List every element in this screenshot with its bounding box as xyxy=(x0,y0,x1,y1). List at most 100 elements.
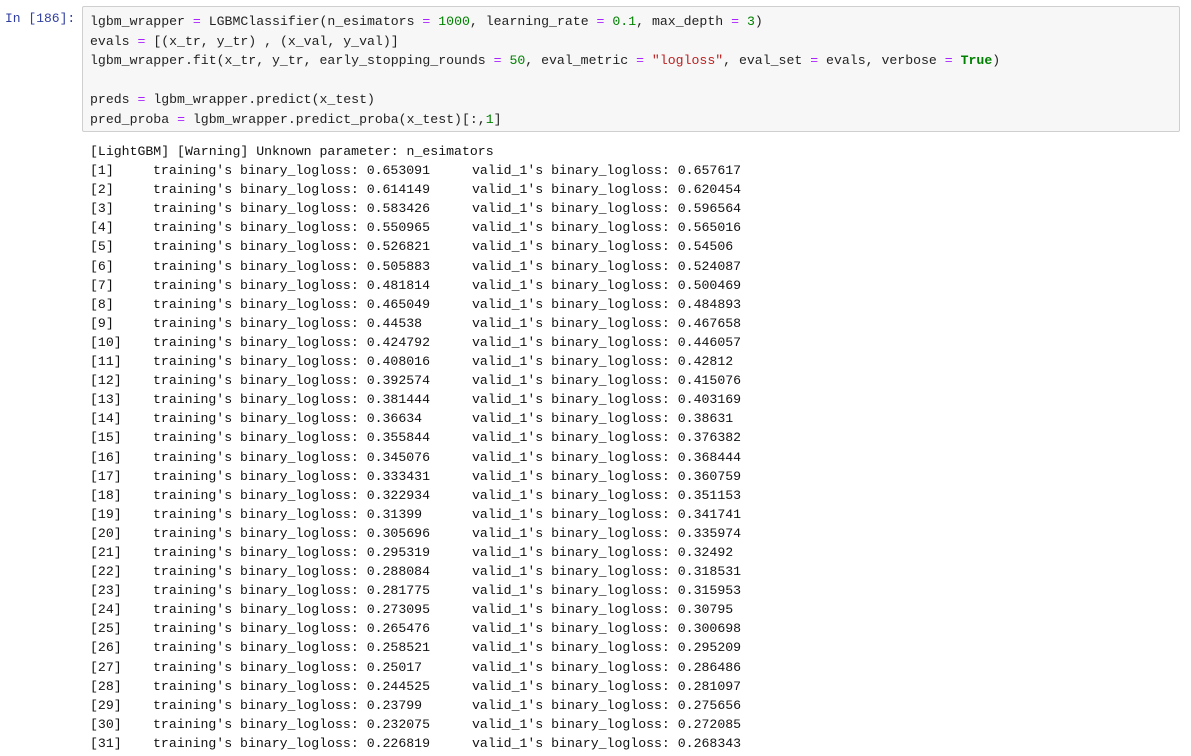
valid-value: 0.315953 xyxy=(677,583,742,599)
training-value: 0.583426 xyxy=(366,201,430,217)
training-loss: training's binary_logloss: 0.614149 xyxy=(153,180,430,199)
training-value: 0.226819 xyxy=(366,735,430,751)
valid-loss: valid_1's binary_logloss: 0.351153 xyxy=(472,486,741,505)
training-value: 0.281775 xyxy=(366,583,430,599)
iteration-label: [8] xyxy=(90,296,114,312)
code-token: = xyxy=(493,53,502,68)
valid-label: valid_1's binary_logloss: xyxy=(472,678,678,694)
valid-label: valid_1's binary_logloss: xyxy=(472,525,678,541)
training-value: 0.23799 xyxy=(366,697,423,713)
valid-label: valid_1's binary_logloss: xyxy=(472,163,678,179)
training-value: 0.31399 xyxy=(366,506,423,522)
training-label: training's binary_logloss: xyxy=(153,621,367,637)
code-token: , max_depth xyxy=(636,14,732,29)
valid-value: 0.415076 xyxy=(677,373,742,389)
valid-value: 0.318531 xyxy=(677,564,742,580)
iteration-label: [25] xyxy=(90,621,122,637)
valid-value: 0.446057 xyxy=(677,334,742,350)
code-token: lgbm_wrapper xyxy=(90,14,193,29)
valid-loss: valid_1's binary_logloss: 0.467658 xyxy=(472,314,741,333)
code-token: 3 xyxy=(746,14,755,29)
training-loss: training's binary_logloss: 0.392574 xyxy=(153,371,430,390)
valid-value: 0.268343 xyxy=(677,735,742,751)
log-row: [29] training's binary_logloss: 0.23799 va… xyxy=(90,696,741,715)
log-row: [9] training's binary_logloss: 0.44538 val… xyxy=(90,314,741,333)
code-line: preds = lgbm_wrapper.predict(x_test) xyxy=(90,90,1179,110)
code-cell-editor[interactable]: lgbm_wrapper = LGBMClassifier(n_esimator… xyxy=(82,6,1180,132)
training-value: 0.333431 xyxy=(366,468,430,484)
log-row: [23] training's binary_logloss: 0.281775 v… xyxy=(90,581,741,600)
training-label: training's binary_logloss: xyxy=(153,201,367,217)
valid-label: valid_1's binary_logloss: xyxy=(472,602,678,618)
valid-loss: valid_1's binary_logloss: 0.403169 xyxy=(472,390,741,409)
code-line: lgbm_wrapper.fit(x_tr, y_tr, early_stopp… xyxy=(90,51,1179,71)
code-line: pred_proba = lgbm_wrapper.predict_proba(… xyxy=(90,110,1179,130)
training-loss: training's binary_logloss: 0.305696 xyxy=(153,524,430,543)
valid-loss: valid_1's binary_logloss: 0.657617 xyxy=(472,161,741,180)
code-token: 1 xyxy=(485,111,494,127)
valid-label: valid_1's binary_logloss: xyxy=(472,506,678,522)
code-token: lgbm_wrapper.predict(x_test) xyxy=(145,92,375,107)
valid-loss: valid_1's binary_logloss: 0.30795 xyxy=(472,600,733,619)
iteration-label: [26] xyxy=(90,640,122,656)
valid-loss: valid_1's binary_logloss: 0.524087 xyxy=(472,257,741,276)
training-label: training's binary_logloss: xyxy=(153,716,367,732)
training-label: training's binary_logloss: xyxy=(153,678,367,694)
valid-value: 0.286486 xyxy=(677,659,742,675)
valid-loss: valid_1's binary_logloss: 0.318531 xyxy=(472,562,741,581)
training-label: training's binary_logloss: xyxy=(153,735,367,751)
iteration-label: [21] xyxy=(90,544,122,560)
valid-loss: valid_1's binary_logloss: 0.368444 xyxy=(472,448,741,467)
valid-value: 0.620454 xyxy=(677,182,742,198)
valid-loss: valid_1's binary_logloss: 0.335974 xyxy=(472,524,741,543)
training-label: training's binary_logloss: xyxy=(153,258,367,274)
log-row: [11] training's binary_logloss: 0.408016 v… xyxy=(90,352,733,371)
log-row: [1] training's binary_logloss: 0.653091 va… xyxy=(90,161,741,180)
training-value: 0.295319 xyxy=(366,544,430,560)
valid-label: valid_1's binary_logloss: xyxy=(472,411,678,427)
valid-label: valid_1's binary_logloss: xyxy=(472,430,678,446)
log-row: [17] training's binary_logloss: 0.333431 v… xyxy=(90,467,741,486)
valid-loss: valid_1's binary_logloss: 0.268343 xyxy=(472,734,741,753)
code-token: pred_proba xyxy=(90,111,178,127)
valid-value: 0.335974 xyxy=(677,525,742,541)
training-loss: training's binary_logloss: 0.481814 xyxy=(153,276,430,295)
code-token: , eval_metric xyxy=(525,53,637,68)
iteration-label: [30] xyxy=(90,716,122,732)
training-loss: training's binary_logloss: 0.226819 xyxy=(153,734,430,753)
valid-value: 0.295209 xyxy=(677,640,742,656)
valid-value: 0.32492 xyxy=(677,544,734,560)
valid-loss: valid_1's binary_logloss: 0.295209 xyxy=(472,638,741,657)
training-value: 0.36634 xyxy=(366,411,423,427)
valid-value: 0.281097 xyxy=(677,678,742,694)
valid-label: valid_1's binary_logloss: xyxy=(472,201,678,217)
valid-label: valid_1's binary_logloss: xyxy=(472,296,678,312)
log-row: [28] training's binary_logloss: 0.244525 v… xyxy=(90,677,741,696)
valid-loss: valid_1's binary_logloss: 0.42812 xyxy=(472,352,733,371)
iteration-label: [24] xyxy=(90,602,122,618)
training-label: training's binary_logloss: xyxy=(153,487,367,503)
valid-label: valid_1's binary_logloss: xyxy=(472,277,678,293)
training-value: 0.258521 xyxy=(366,640,430,656)
iteration-label: [28] xyxy=(90,678,122,694)
valid-loss: valid_1's binary_logloss: 0.315953 xyxy=(472,581,741,600)
iteration-label: [13] xyxy=(90,392,122,408)
valid-loss: valid_1's binary_logloss: 0.32492 xyxy=(472,543,733,562)
iteration-label: [22] xyxy=(90,564,122,580)
log-row: [8] training's binary_logloss: 0.465049 va… xyxy=(90,295,741,314)
training-label: training's binary_logloss: xyxy=(153,373,367,389)
valid-label: valid_1's binary_logloss: xyxy=(472,354,678,370)
valid-value: 0.30795 xyxy=(677,602,734,618)
valid-label: valid_1's binary_logloss: xyxy=(472,621,678,637)
training-loss: training's binary_logloss: 0.505883 xyxy=(153,257,430,276)
training-loss: training's binary_logloss: 0.31399 xyxy=(153,505,422,524)
iteration-label: [11] xyxy=(90,354,122,370)
training-value: 0.381444 xyxy=(366,392,430,408)
valid-loss: valid_1's binary_logloss: 0.272085 xyxy=(472,715,741,734)
iteration-label: [4] xyxy=(90,220,114,236)
log-row: [26] training's binary_logloss: 0.258521 v… xyxy=(90,638,741,657)
training-loss: training's binary_logloss: 0.355844 xyxy=(153,428,430,447)
